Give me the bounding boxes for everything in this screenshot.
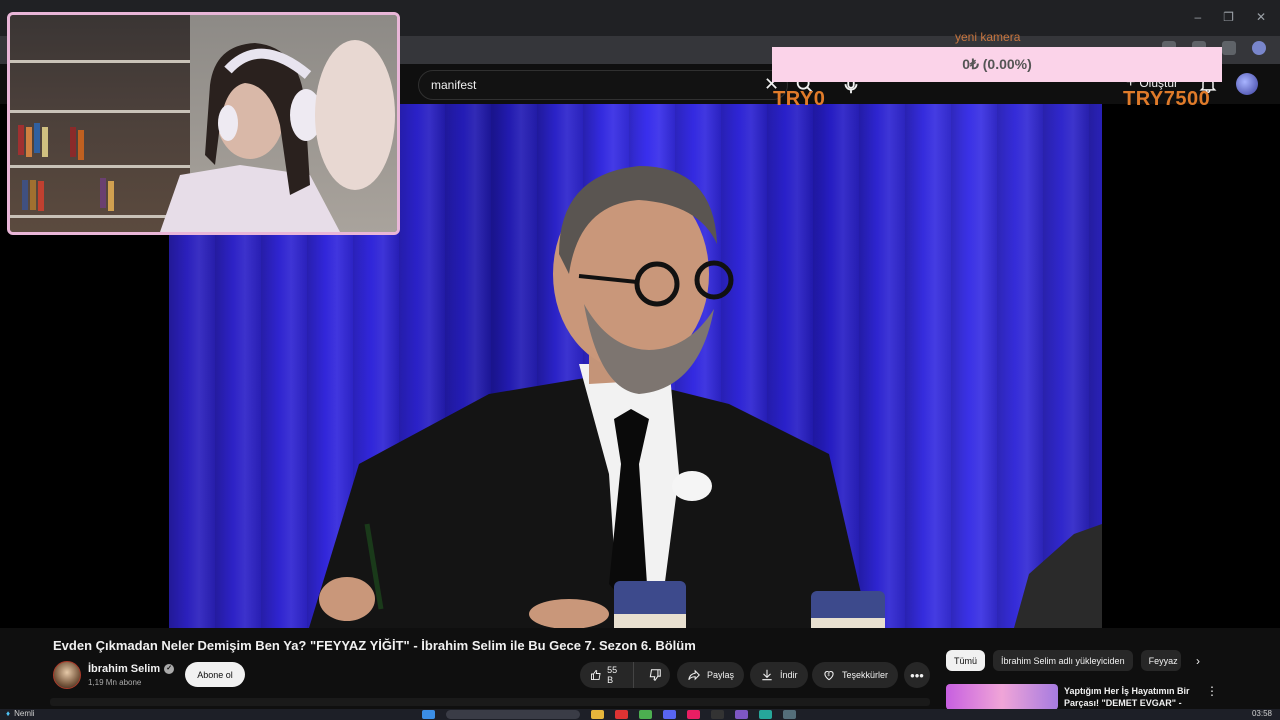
chevron-right-icon[interactable]: › <box>1196 654 1200 668</box>
channel-name[interactable]: İbrahim Selim <box>88 663 160 675</box>
dislike-button[interactable] <box>640 662 670 688</box>
webcam-overlay <box>7 12 400 235</box>
weather-icon: ♦ <box>6 709 11 718</box>
chip-from-uploader[interactable]: İbrahim Selim adlı yükleyiciden <box>993 650 1133 671</box>
more-actions-button[interactable]: ••• <box>904 662 930 688</box>
download-icon <box>762 669 772 681</box>
thanks-button[interactable]: $ Teşekkürler <box>812 662 899 688</box>
goal-target-amount: TRY7500 <box>1123 88 1211 110</box>
channel-name-row[interactable]: İbrahim Selim ✓ <box>88 663 175 675</box>
donation-amount: 0₺ (0.00%) <box>962 56 1032 72</box>
app-icon[interactable] <box>615 710 628 719</box>
chrome-icon[interactable] <box>639 710 652 719</box>
video-title: Evden Çıkmadan Neler Demişim Ben Ya? "FE… <box>53 638 696 653</box>
app-icon[interactable] <box>687 710 700 719</box>
weather-widget[interactable]: ♦ Nemli <box>6 709 35 718</box>
app-icon[interactable] <box>759 710 772 719</box>
description-box-edge <box>50 698 930 706</box>
thanks-label: Teşekkürler <box>842 670 889 680</box>
extension-icon[interactable] <box>1222 41 1236 55</box>
streamer-image <box>160 40 395 232</box>
share-arrow-icon <box>688 669 700 681</box>
recommendation-thumbnail[interactable] <box>946 684 1058 710</box>
channel-avatar[interactable] <box>53 661 81 689</box>
minimize-button[interactable]: – <box>1194 10 1201 24</box>
donation-goal-title: yeni kamera <box>955 30 1021 44</box>
profile-icon[interactable] <box>1252 41 1266 55</box>
chip-feyyaz[interactable]: Feyyaz <box>1140 650 1181 671</box>
donation-progress-bar: 0₺ (0.00%) <box>772 47 1222 82</box>
subscriber-count: 1,19 Mn abone <box>88 678 142 687</box>
taskbar-apps <box>422 710 796 719</box>
app-icon[interactable] <box>711 710 724 719</box>
window-controls: – ❐ ✕ <box>1194 10 1266 24</box>
system-tray: 03:58 <box>1252 709 1272 718</box>
verified-check-icon: ✓ <box>164 664 175 674</box>
like-count: 55 B <box>607 665 618 685</box>
app-icon[interactable] <box>783 710 796 719</box>
chip-all[interactable]: Tümü <box>946 650 986 671</box>
start-icon[interactable] <box>422 710 435 719</box>
close-window-button[interactable]: ✕ <box>1256 10 1266 24</box>
recommendation-menu-icon[interactable]: ⋮ <box>1206 684 1218 698</box>
recommendation-chips: Tümü İbrahim Selim adlı yükleyiciden Fey… <box>946 650 1181 671</box>
search-query[interactable]: manifest <box>431 78 476 92</box>
recommendation-title[interactable]: Yaptığım Her İş Hayatımın Bir Parçası! "… <box>1064 685 1194 709</box>
download-button[interactable]: İndir <box>750 662 808 688</box>
weather-label: Nemli <box>14 709 35 718</box>
download-label: İndir <box>780 670 798 680</box>
account-avatar[interactable] <box>1236 73 1258 95</box>
thumbs-down-icon <box>649 669 661 681</box>
share-label: Paylaş <box>707 670 735 680</box>
clock[interactable]: 03:58 <box>1252 709 1272 718</box>
thumbs-up-icon <box>591 669 601 680</box>
goal-current-amount: TRY0 <box>773 88 826 110</box>
svg-text:$: $ <box>828 672 831 677</box>
share-button[interactable]: Paylaş <box>677 662 745 688</box>
maximize-button[interactable]: ❐ <box>1223 10 1234 24</box>
app-icon[interactable] <box>735 710 748 719</box>
like-dislike-group: 55 B <box>580 662 670 688</box>
taskbar-search-box[interactable] <box>446 710 580 719</box>
subscribe-button[interactable]: Abone ol <box>185 662 245 687</box>
like-button[interactable]: 55 B <box>580 662 634 688</box>
app-icon[interactable] <box>663 710 676 719</box>
super-thanks-icon: $ <box>824 671 834 681</box>
file-explorer-icon[interactable] <box>591 710 604 719</box>
